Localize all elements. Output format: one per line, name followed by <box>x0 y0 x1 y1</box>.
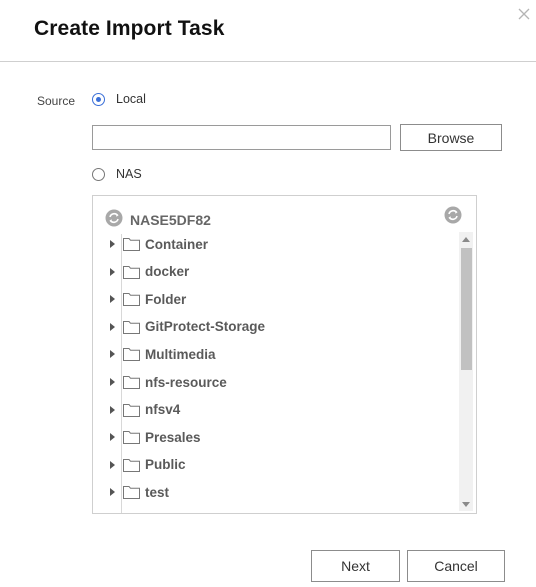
chevron-right-icon[interactable] <box>105 375 119 389</box>
folder-icon <box>123 485 140 500</box>
folder-name: Container <box>145 236 209 252</box>
folder-row[interactable]: Public <box>105 454 186 476</box>
tree-root-label: NASE5DF82 <box>130 212 211 228</box>
next-button[interactable]: Next <box>311 550 400 582</box>
nas-folder-tree: NASE5DF82 Container docker Folder GitProtec… <box>92 195 477 514</box>
scroll-thumb[interactable] <box>461 248 472 370</box>
nas-radio[interactable] <box>92 168 105 181</box>
close-icon[interactable] <box>516 6 532 22</box>
tree-root[interactable]: NASE5DF82 <box>105 209 211 232</box>
folder-row[interactable]: nfsv4 <box>105 399 180 421</box>
nas-sync-icon <box>105 209 123 232</box>
cancel-button[interactable]: Cancel <box>407 550 505 582</box>
folder-row[interactable]: nfs-resource <box>105 371 227 393</box>
nas-radio-label[interactable]: NAS <box>116 167 142 181</box>
folder-name: Public <box>145 457 186 473</box>
folder-name: Presales <box>145 429 201 445</box>
chevron-right-icon[interactable] <box>105 458 119 472</box>
scroll-up-icon[interactable] <box>459 232 473 246</box>
folder-icon <box>123 430 140 445</box>
local-radio[interactable] <box>92 93 105 106</box>
folder-row[interactable]: Container <box>105 233 208 255</box>
folder-row[interactable]: docker <box>105 261 189 283</box>
folder-icon <box>123 320 140 334</box>
folder-icon <box>123 403 140 417</box>
folder-name: test <box>145 484 170 500</box>
folder-icon <box>123 375 140 389</box>
folder-icon <box>123 265 140 279</box>
folder-row[interactable]: GitProtect-Storage <box>105 316 265 338</box>
tree-scrollbar[interactable] <box>459 232 473 511</box>
folder-icon <box>123 347 140 362</box>
local-radio-label[interactable]: Local <box>116 92 146 106</box>
dialog-title: Create Import Task <box>34 17 225 40</box>
folder-name: GitProtect-Storage <box>145 319 266 335</box>
local-path-input[interactable] <box>92 125 391 150</box>
folder-name: Folder <box>145 291 187 307</box>
chevron-right-icon[interactable] <box>105 265 119 279</box>
browse-button[interactable]: Browse <box>400 124 502 151</box>
source-label: Source <box>37 94 76 108</box>
chevron-right-icon[interactable] <box>105 237 119 251</box>
scroll-down-icon[interactable] <box>459 497 473 511</box>
folder-row[interactable]: test <box>105 481 169 503</box>
refresh-icon[interactable] <box>444 206 462 224</box>
create-import-task-dialog: Create Import Task Source Local Browse N… <box>0 0 536 587</box>
folder-name: docker <box>145 264 190 280</box>
chevron-right-icon[interactable] <box>105 403 119 417</box>
folder-row[interactable]: Presales <box>105 426 201 448</box>
folder-icon <box>123 237 140 251</box>
folder-name: Multimedia <box>145 346 216 362</box>
folder-icon <box>123 458 140 472</box>
folder-icon <box>123 292 140 307</box>
chevron-right-icon[interactable] <box>105 485 119 499</box>
folder-name: nfs-resource <box>145 374 227 390</box>
header-divider <box>0 61 536 62</box>
folder-row[interactable]: Folder <box>105 288 186 310</box>
folder-name: nfsv4 <box>145 402 181 418</box>
folder-row[interactable]: Multimedia <box>105 343 216 365</box>
chevron-right-icon[interactable] <box>105 430 119 444</box>
chevron-right-icon[interactable] <box>105 347 119 361</box>
chevron-right-icon[interactable] <box>105 292 119 306</box>
chevron-right-icon[interactable] <box>105 320 119 334</box>
